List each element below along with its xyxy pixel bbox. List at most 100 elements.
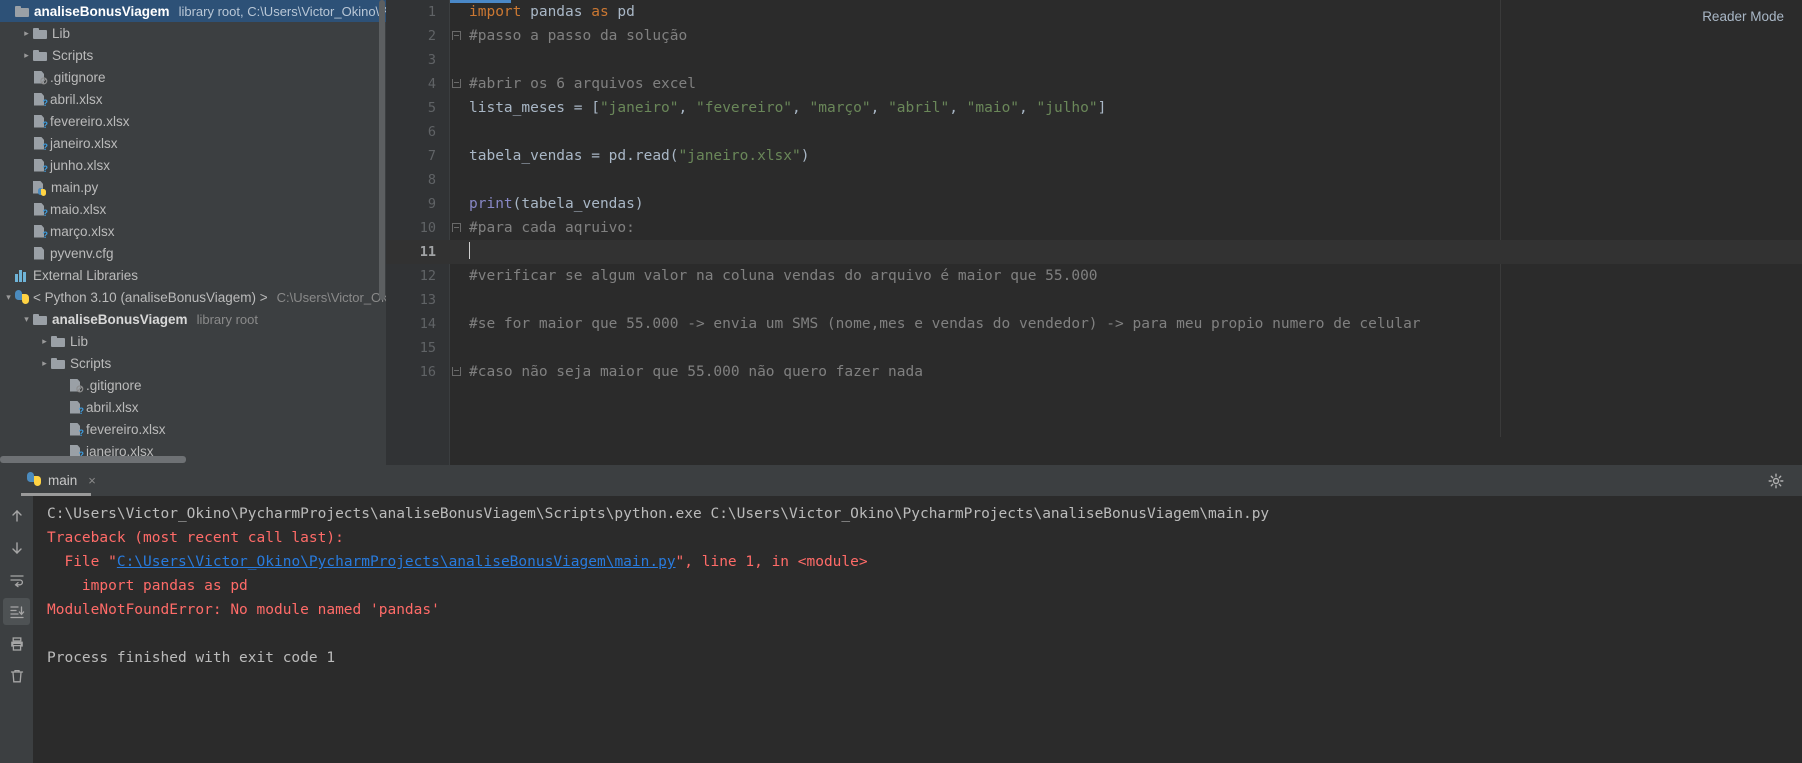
line-number[interactable]: 10 <box>386 216 450 240</box>
tree-row-scripts-folder[interactable]: ▸ Scripts <box>0 44 386 66</box>
line-number[interactable]: 16 <box>386 360 450 384</box>
line-number[interactable]: 14 <box>386 312 450 336</box>
code-text[interactable]: import pandas as pd <box>464 0 1802 24</box>
line-number[interactable]: 13 <box>386 288 450 312</box>
chevron-right-icon[interactable]: ▸ <box>38 336 51 346</box>
line-number[interactable]: 4 <box>386 72 450 96</box>
line-number[interactable]: 6 <box>386 120 450 144</box>
fold-toggle-icon[interactable] <box>450 24 464 48</box>
code-text[interactable]: #abrir os 6 arquivos excel <box>464 72 1802 96</box>
console-toolbar[interactable] <box>0 496 33 763</box>
trash-icon[interactable] <box>3 662 30 689</box>
code-text[interactable] <box>464 336 1802 360</box>
console-file-link[interactable]: C:\Users\Victor_Okino\PycharmProjects\an… <box>117 554 676 570</box>
tree-row-abril-xlsx-2[interactable]: ? abril.xlsx <box>0 396 386 418</box>
tree-row-gitignore-file-2[interactable]: ⊘ .gitignore <box>0 374 386 396</box>
tree-row-gitignore-file[interactable]: ⊘ .gitignore <box>0 66 386 88</box>
project-tree-panel[interactable]: analiseBonusViagem library root, C:\Users… <box>0 0 386 465</box>
tree-row-lib-folder-2[interactable]: ▸ Lib <box>0 330 386 352</box>
chevron-right-icon[interactable]: ▸ <box>38 358 51 368</box>
line-number[interactable]: 15 <box>386 336 450 360</box>
console-tab-main[interactable]: main × <box>21 465 96 496</box>
tree-row-main-py[interactable]: main.py <box>0 176 386 198</box>
code-text[interactable]: #verificar se algum valor na coluna vend… <box>464 264 1802 288</box>
code-editor[interactable]: 1 import pandas as pd 2 #passo a passo da s… <box>386 0 1802 465</box>
code-text[interactable] <box>464 168 1802 192</box>
line-number[interactable]: 9 <box>386 192 450 216</box>
tree-row-python-sdk[interactable]: ▾ < Python 3.10 (analiseBonusViagem) > C:\… <box>0 286 386 308</box>
code-line-2[interactable]: 2 #passo a passo da solução <box>386 24 1802 48</box>
code-line-9[interactable]: 9 print(tabela_vendas) <box>386 192 1802 216</box>
chevron-down-icon[interactable]: ▾ <box>20 314 33 324</box>
code-text[interactable]: print(tabela_vendas) <box>464 192 1802 216</box>
code-line-11[interactable]: 11 <box>386 240 1802 264</box>
sidebar-horizontal-scrollbar[interactable] <box>0 456 386 463</box>
code-line-14[interactable]: 14 #se for maior que 55.000 -> envia um S… <box>386 312 1802 336</box>
fold-toggle-icon[interactable] <box>450 360 464 384</box>
code-lines[interactable]: 1 import pandas as pd 2 #passo a passo da s… <box>386 0 1802 465</box>
code-text[interactable]: lista_meses = ["janeiro", "fevereiro", "… <box>464 96 1802 120</box>
code-line-1[interactable]: 1 import pandas as pd <box>386 0 1802 24</box>
line-number[interactable]: 12 <box>386 264 450 288</box>
tree-row-abril-xlsx[interactable]: ? abril.xlsx <box>0 88 386 110</box>
tree-row-lib-root-analise[interactable]: ▾ analiseBonusViagem library root <box>0 308 386 330</box>
sidebar-vertical-scrollbar[interactable] <box>379 0 385 465</box>
tree-row-fevereiro-xlsx-2[interactable]: ? fevereiro.xlsx <box>0 418 386 440</box>
code-line-12[interactable]: 12 #verificar se algum valor na coluna ve… <box>386 264 1802 288</box>
code-line-10[interactable]: 10 #para cada aqruivo: <box>386 216 1802 240</box>
gear-icon[interactable] <box>1768 473 1784 489</box>
soft-wrap-icon[interactable] <box>3 566 30 593</box>
chevron-down-icon[interactable]: ▾ <box>2 292 15 302</box>
code-text[interactable]: tabela_vendas = pd.read("janeiro.xlsx") <box>464 144 1802 168</box>
code-text[interactable] <box>464 48 1802 72</box>
sidebar-vertical-scroll-thumb[interactable] <box>379 0 385 300</box>
print-icon[interactable] <box>3 630 30 657</box>
code-text[interactable] <box>464 288 1802 312</box>
code-line-5[interactable]: 5 lista_meses = ["janeiro", "fevereiro", … <box>386 96 1802 120</box>
code-text[interactable] <box>464 240 1802 264</box>
chevron-right-icon[interactable]: ▸ <box>20 28 33 38</box>
code-text[interactable]: #caso não seja maior que 55.000 não quer… <box>464 360 1802 384</box>
tree-row-marco-xlsx[interactable]: ? março.xlsx <box>0 220 386 242</box>
reader-mode-label[interactable]: Reader Mode <box>1702 9 1784 24</box>
sidebar-horizontal-scroll-thumb[interactable] <box>0 456 186 463</box>
code-text[interactable]: #passo a passo da solução <box>464 24 1802 48</box>
tree-row-label: main.py <box>51 179 99 195</box>
close-icon[interactable]: × <box>88 473 96 488</box>
code-text[interactable] <box>464 120 1802 144</box>
scroll-to-end-icon[interactable] <box>3 598 30 625</box>
code-text[interactable]: #para cada aqruivo: <box>464 216 1802 240</box>
code-line-7[interactable]: 7 tabela_vendas = pd.read("janeiro.xlsx") <box>386 144 1802 168</box>
down-arrow-icon[interactable] <box>3 534 30 561</box>
line-number[interactable]: 11 <box>386 240 450 264</box>
code-line-15[interactable]: 15 <box>386 336 1802 360</box>
line-number[interactable]: 8 <box>386 168 450 192</box>
code-line-16[interactable]: 16 #caso não seja maior que 55.000 não qu… <box>386 360 1802 384</box>
fold-toggle-icon[interactable] <box>450 72 464 96</box>
tree-row-fevereiro-xlsx[interactable]: ? fevereiro.xlsx <box>0 110 386 132</box>
chevron-right-icon[interactable]: ▸ <box>20 50 33 60</box>
console-output[interactable]: C:\Users\Victor_Okino\PycharmProjects\an… <box>33 496 1802 763</box>
code-text[interactable]: #se for maior que 55.000 -> envia um SMS… <box>464 312 1802 336</box>
tree-row-scripts-folder-2[interactable]: ▸ Scripts <box>0 352 386 374</box>
tree-row-lib-folder[interactable]: ▸ Lib <box>0 22 386 44</box>
fold-toggle-icon[interactable] <box>450 216 464 240</box>
line-number[interactable]: 3 <box>386 48 450 72</box>
tree-row-external-libraries[interactable]: External Libraries <box>0 264 386 286</box>
code-line-4[interactable]: 4 #abrir os 6 arquivos excel <box>386 72 1802 96</box>
tree-row-janeiro-xlsx[interactable]: ? janeiro.xlsx <box>0 132 386 154</box>
code-line-3[interactable]: 3 <box>386 48 1802 72</box>
line-number[interactable]: 5 <box>386 96 450 120</box>
code-line-6[interactable]: 6 <box>386 120 1802 144</box>
tree-row-project-root[interactable]: analiseBonusViagem library root, C:\Users… <box>0 0 386 22</box>
line-number[interactable]: 1 <box>386 0 450 24</box>
up-arrow-icon[interactable] <box>3 502 30 529</box>
line-number[interactable]: 7 <box>386 144 450 168</box>
tree-row-pyvenv-cfg[interactable]: pyvenv.cfg <box>0 242 386 264</box>
tree-row-junho-xlsx[interactable]: ? junho.xlsx <box>0 154 386 176</box>
tree-row-maio-xlsx[interactable]: ? maio.xlsx <box>0 198 386 220</box>
line-number[interactable]: 2 <box>386 24 450 48</box>
code-line-8[interactable]: 8 <box>386 168 1802 192</box>
code-line-13[interactable]: 13 <box>386 288 1802 312</box>
